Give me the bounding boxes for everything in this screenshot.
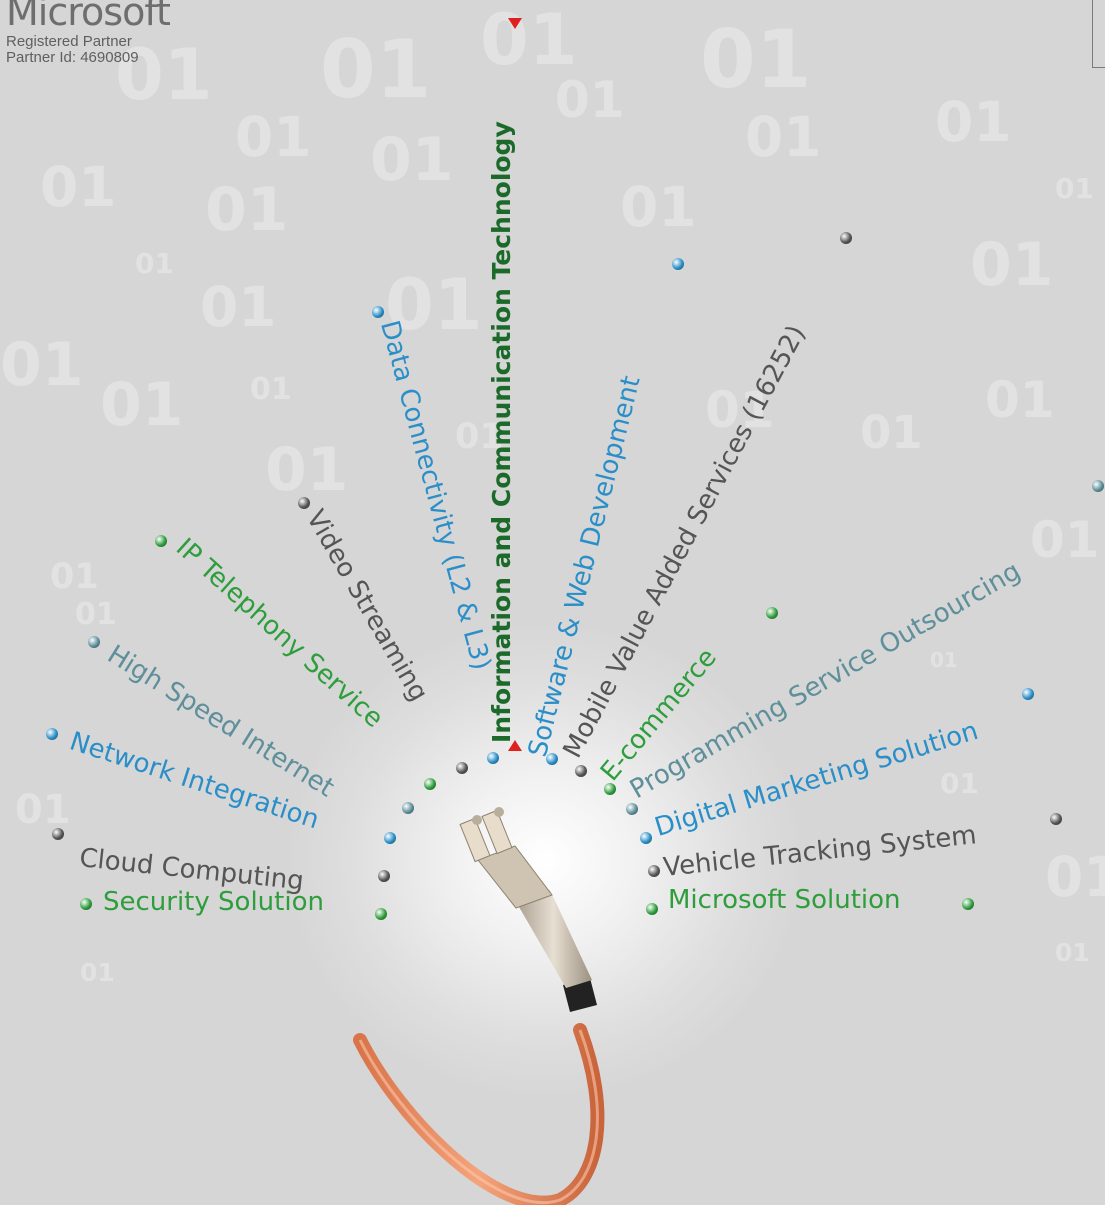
bullet-dot-icon	[384, 832, 396, 844]
bullet-dot-icon	[575, 765, 587, 777]
bullet-dot-icon	[626, 803, 638, 815]
bullet-dot-icon	[1092, 480, 1104, 492]
bullet-dot-icon	[640, 832, 652, 844]
bullet-dot-icon	[52, 828, 64, 840]
bullet-dot-icon	[424, 778, 436, 790]
bullet-dot-icon	[1022, 688, 1034, 700]
bullet-dot-icon	[962, 898, 974, 910]
bullet-dot-icon	[456, 762, 468, 774]
bullet-dot-icon	[648, 865, 660, 877]
bullet-dot-icon	[487, 752, 499, 764]
graphic-canvas: 01 01 01 01 01 01 01 01 01 01 01 01 01 01 01 01 01 01 01 01…	[0, 0, 1105, 1205]
bullet-dot-icon	[604, 783, 616, 795]
bullet-dot-icon	[80, 898, 92, 910]
bullet-dot-icon	[46, 728, 58, 740]
bullet-dot-icon	[672, 258, 684, 270]
bullet-dot-icon	[378, 870, 390, 882]
bullet-dot-icon	[546, 753, 558, 765]
triangle-marker-icon	[508, 18, 522, 29]
bullet-dot-icon	[646, 903, 658, 915]
triangle-marker-icon	[508, 740, 522, 751]
bullet-dot-icon	[402, 802, 414, 814]
bullet-dot-icon	[1050, 813, 1062, 825]
bullet-dot-icon	[88, 636, 100, 648]
bullet-dot-icon	[766, 607, 778, 619]
bullet-dot-icon	[155, 535, 167, 547]
bullet-dot-icon	[372, 306, 384, 318]
bullet-dot-icon	[375, 908, 387, 920]
service-label[interactable]: Microsoft Solution	[668, 885, 901, 915]
bullet-dot-icon	[840, 232, 852, 244]
bullet-dot-icon	[298, 497, 310, 509]
